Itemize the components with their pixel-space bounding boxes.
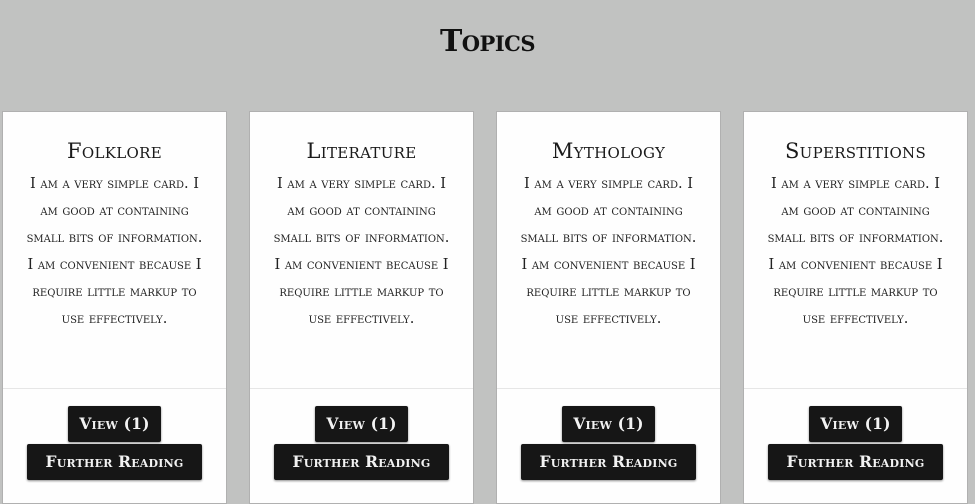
card-title: Literature [306,139,417,163]
card-text: I am a very simple card. I am good at co… [26,176,203,327]
view-button[interactable]: View (1) [562,406,655,442]
card-text: I am a very simple card. I am good at co… [273,176,450,327]
card-text: I am a very simple card. I am good at co… [767,176,944,327]
topic-card-superstitions: Superstitions I am a very simple card. I… [743,111,968,504]
card-body: Mythology I am a very simple card. I am … [497,112,720,389]
card-actions: View (1) Further Reading [497,406,720,480]
view-button[interactable]: View (1) [809,406,902,442]
card-title: Folklore [67,139,162,163]
card-actions: View (1) Further Reading [744,406,967,480]
card-actions: View (1) Further Reading [3,406,226,480]
topic-card-literature: Literature I am a very simple card. I am… [249,111,474,504]
further-reading-button[interactable]: Further Reading [274,444,449,480]
card-title: Superstitions [784,139,927,163]
view-button[interactable]: View (1) [68,406,161,442]
view-button[interactable]: View (1) [315,406,408,442]
card-actions: View (1) Further Reading [250,406,473,480]
topic-card-folklore: Folklore I am a very simple card. I am g… [2,111,227,504]
card-text: I am a very simple card. I am good at co… [520,176,697,327]
card-body: Folklore I am a very simple card. I am g… [3,112,226,389]
topic-card-mythology: Mythology I am a very simple card. I am … [496,111,721,504]
card-body: Superstitions I am a very simple card. I… [744,112,967,389]
page-title: Topics [439,24,536,59]
card-title: Mythology [551,139,666,163]
card-body: Literature I am a very simple card. I am… [250,112,473,389]
further-reading-button[interactable]: Further Reading [521,444,696,480]
further-reading-button[interactable]: Further Reading [27,444,202,480]
further-reading-button[interactable]: Further Reading [768,444,943,480]
topic-cards: Folklore I am a very simple card. I am g… [0,111,975,504]
